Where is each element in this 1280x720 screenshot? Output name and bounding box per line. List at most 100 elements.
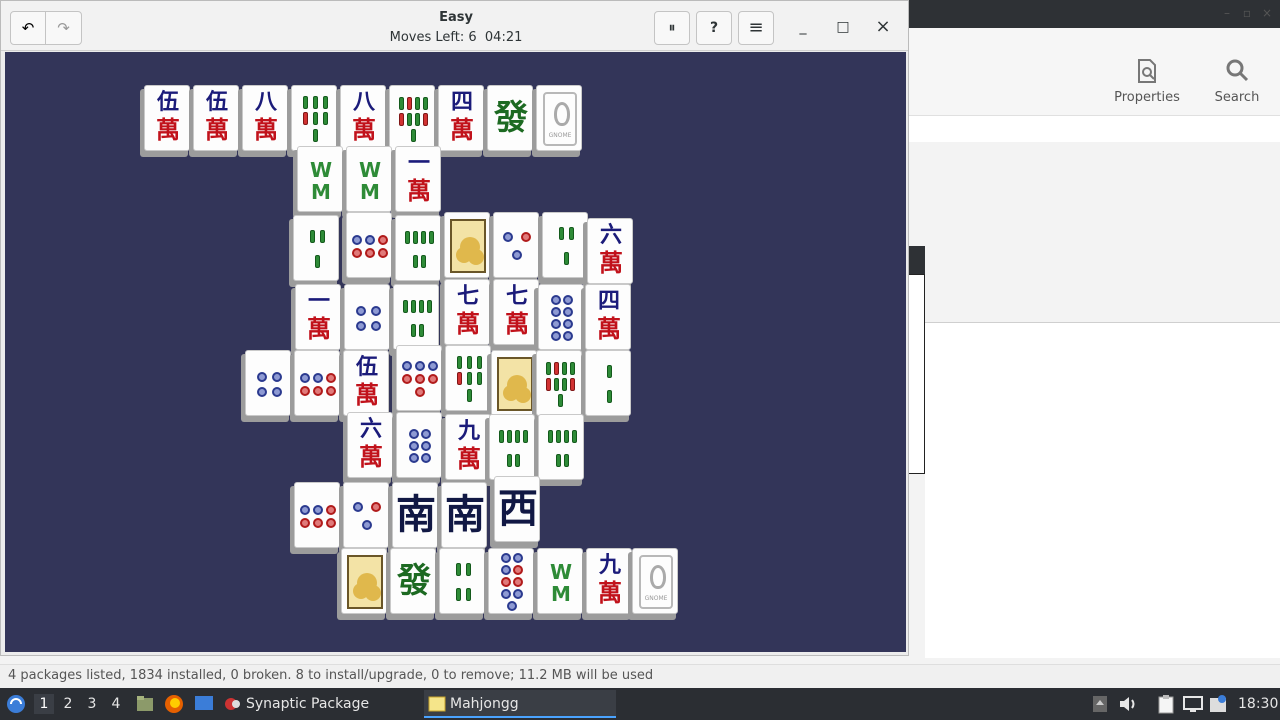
mahjong-tile[interactable]: WM [342,146,394,218]
pause-button[interactable]: ⏸ [654,11,690,45]
mahjong-tile[interactable] [342,212,394,284]
start-menu-icon[interactable] [6,694,26,714]
mahjong-tile[interactable] [391,215,443,287]
synaptic-icon [225,698,240,710]
mahjong-tile[interactable]: 南 [437,482,489,554]
mahjongg-window: ↶ ↷ Easy Moves Left: 6 04:21 ⏸ ? ≡ _ □ ×… [0,0,909,656]
minimize-icon[interactable]: – [1220,6,1234,20]
mahjong-tile[interactable]: 伍萬 [189,85,241,157]
mahjong-tile[interactable] [435,548,487,620]
mahjong-tile[interactable]: 四萬 [434,85,486,157]
minimize-icon[interactable]: _ [794,18,812,36]
moves-left: Moves Left: 6 [389,30,477,45]
undo-button[interactable]: ↶ [11,12,46,44]
update-notifier-icon[interactable] [1208,694,1228,714]
mahjong-tile[interactable] [581,350,633,422]
taskbar: 1 2 3 4 Synaptic Package Man... Mahjongg… [0,688,1280,720]
synaptic-toolbar: Properties Search [908,28,1280,116]
task-synaptic[interactable]: Synaptic Package Man... [224,690,414,718]
properties-button[interactable]: Properties [1102,58,1192,105]
mahjong-tile[interactable]: 八萬 [238,85,290,157]
flower-icon [347,555,383,609]
close-icon[interactable]: × [1260,6,1274,20]
mahjong-tile[interactable] [385,85,437,157]
volume-icon[interactable] [1118,695,1138,713]
close-icon[interactable]: × [874,18,892,36]
mahjong-tile[interactable]: 南 [388,482,440,554]
mahjong-tile[interactable] [534,414,586,486]
mahjongg-icon [428,696,446,712]
title-block: Easy Moves Left: 6 04:21 [331,10,581,47]
package-description-pane [925,322,1280,658]
search-button[interactable]: Search [1192,58,1280,105]
mahjong-tile[interactable] [339,482,391,554]
mahjong-tile[interactable] [290,482,342,554]
eject-icon[interactable] [1092,695,1108,713]
mahjong-tile[interactable] [340,284,392,356]
mahjong-tile[interactable] [440,212,492,284]
mahjong-tile[interactable]: WM [293,146,345,218]
flower-icon [497,357,533,411]
mahjong-tile[interactable] [392,345,444,417]
properties-icon [1138,59,1156,83]
dialog-fragment [908,274,925,474]
dialog-fragment-titlebar [908,246,925,274]
mahjong-tile[interactable]: 六萬 [583,218,635,290]
menu-button[interactable]: ≡ [738,11,774,45]
synaptic-status-bar: 4 packages listed, 1834 installed, 0 bro… [0,664,1280,688]
mahjong-tile[interactable] [289,215,341,287]
desktop-icon[interactable] [194,695,214,713]
game-status: Moves Left: 6 04:21 [331,29,581,47]
gnome-icon: GNOME [639,555,673,609]
mahjong-tile[interactable]: 一萬 [291,284,343,356]
desktop-2[interactable]: 2 [58,694,78,714]
mahjong-tile[interactable] [532,350,584,422]
mahjong-tile[interactable]: 一萬 [391,146,443,218]
mahjong-tile[interactable]: WM [533,548,585,620]
mahjong-tile[interactable] [534,284,586,356]
clock: 18:30 [1238,696,1279,712]
mahjong-tile[interactable]: 發 [483,85,535,157]
mahjong-tile[interactable] [290,350,342,422]
mahjong-tile[interactable] [241,350,293,422]
mahjong-tile[interactable]: 西 [490,476,542,548]
mahjong-tile[interactable] [392,412,444,484]
mahjong-tile[interactable]: 七萬 [440,279,492,351]
game-board[interactable]: 伍萬 伍萬 八萬 八萬 四萬 發 GNOME WM WM 一萬 六萬 一萬 七萬… [5,52,906,652]
gnome-icon: GNOME [543,92,577,146]
timer: 04:21 [484,30,523,45]
mahjong-tile[interactable]: 伍萬 [339,350,391,422]
package-list-header [908,116,1280,142]
mahjong-tile[interactable]: GNOME [532,85,584,157]
maximize-icon[interactable]: ▫ [1240,6,1254,20]
hint-button[interactable]: ? [696,11,732,45]
mahjong-tile[interactable] [441,345,493,417]
mahjong-tile[interactable] [484,548,536,620]
network-icon[interactable] [1182,695,1204,713]
desktop-1[interactable]: 1 [34,694,54,714]
file-manager-icon[interactable] [136,695,154,713]
maximize-icon[interactable]: □ [834,18,852,36]
desktop-3[interactable]: 3 [82,694,102,714]
mahjong-tile[interactable]: GNOME [628,548,680,620]
mahjong-tile[interactable]: 九萬 [582,548,634,620]
firefox-icon[interactable] [164,694,184,714]
mahjong-tile[interactable] [389,284,441,356]
game-title: Easy [439,10,473,25]
mahjong-tile[interactable]: 伍萬 [140,85,192,157]
mahjong-tile[interactable] [489,212,541,284]
mahjong-tile[interactable]: 四萬 [581,284,633,356]
task-label: Mahjongg [450,696,519,712]
mahjong-tile[interactable]: 發 [386,548,438,620]
mahjong-tile[interactable] [287,85,339,157]
redo-button[interactable]: ↷ [46,12,81,44]
mahjong-tile[interactable] [485,414,537,486]
search-icon [1226,59,1249,82]
desktop-4[interactable]: 4 [106,694,126,714]
mahjong-tile[interactable] [337,548,389,620]
mahjong-tile[interactable]: 八萬 [336,85,388,157]
task-mahjongg[interactable]: Mahjongg [424,690,616,718]
clipboard-icon[interactable] [1156,694,1176,714]
menu-icon: ≡ [748,17,764,38]
mahjong-tile[interactable]: 六萬 [343,412,395,484]
